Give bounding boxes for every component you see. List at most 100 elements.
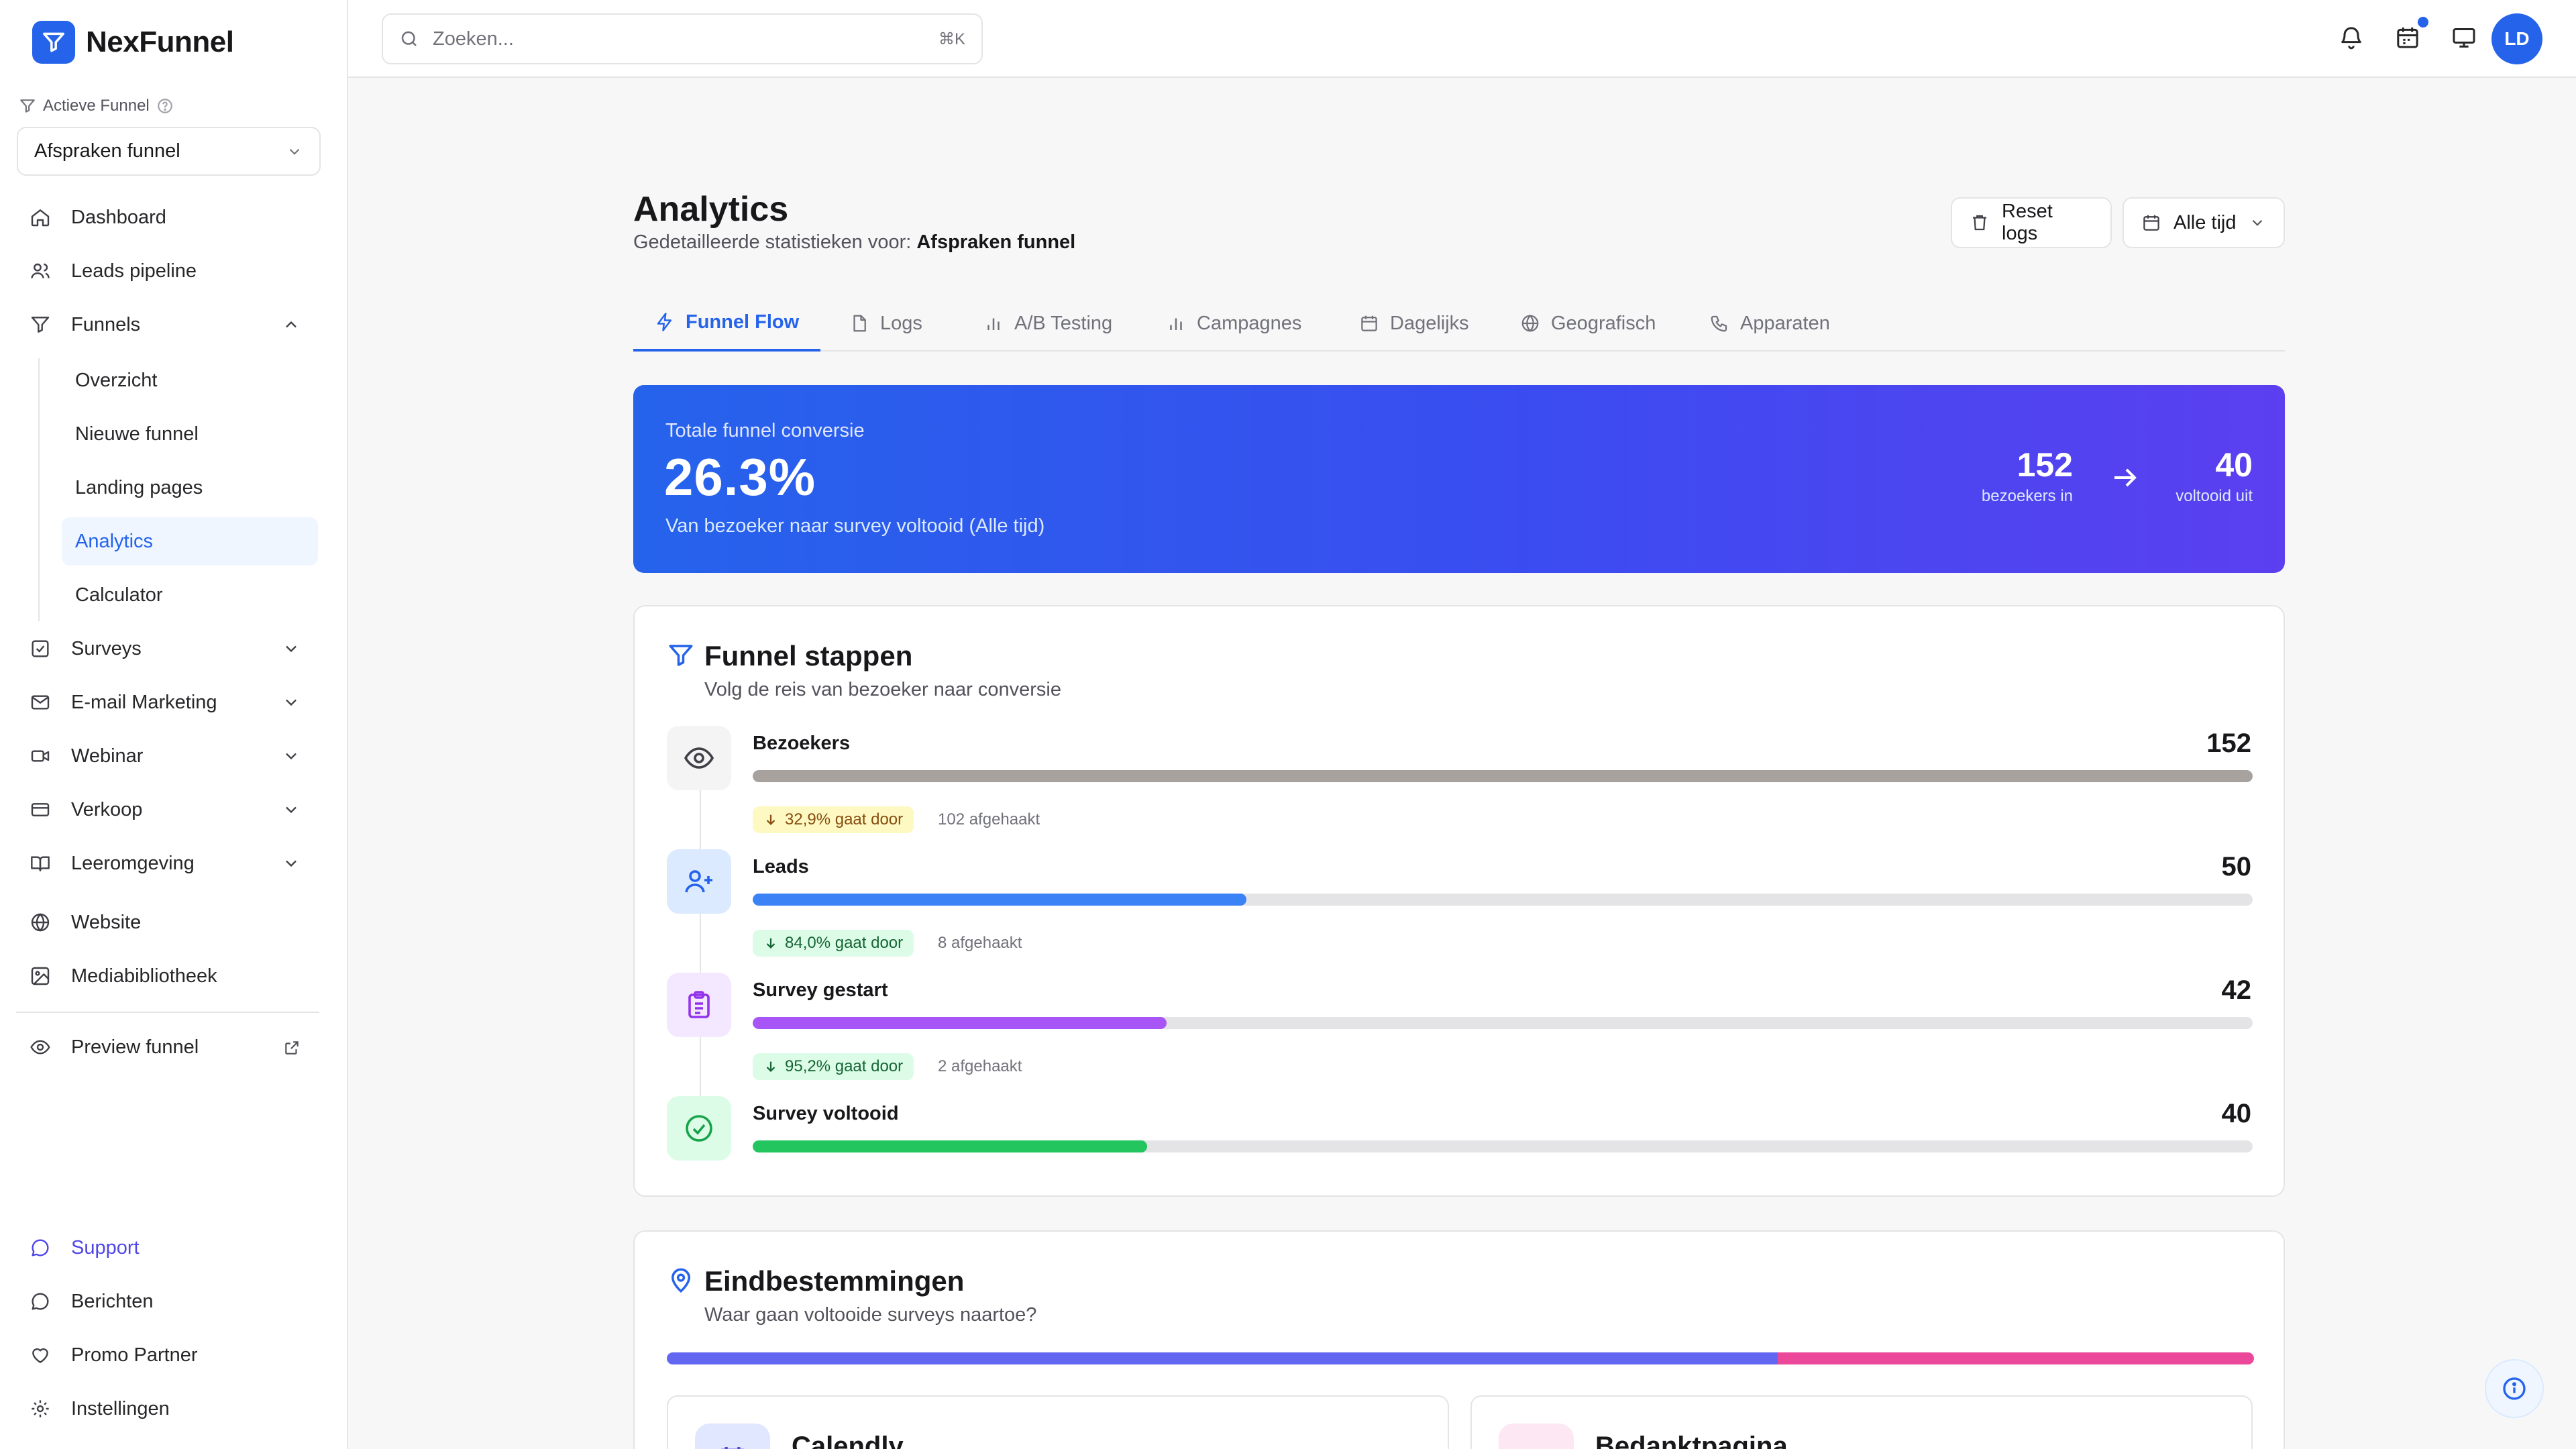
sidebar-subitem-landing-pages[interactable]: Landing pages [62, 464, 318, 512]
sidebar: NexFunnel Actieve Funnel Afspraken funne… [0, 0, 348, 1449]
map-pin-icon [667, 1267, 695, 1295]
step-progress-fill [753, 1017, 1167, 1029]
step-progress-track [753, 1017, 2253, 1029]
step-drop-count: 8 afgehaakt [938, 934, 1022, 952]
credit-card-icon [30, 799, 51, 820]
calendar-icon [2141, 213, 2161, 233]
sidebar-item-mediabibliotheek[interactable]: Mediabibliotheek [16, 952, 319, 1000]
sidebar-subitem-calculator[interactable]: Calculator [62, 571, 318, 619]
step-pass-badge: 84,0% gaat door [753, 930, 914, 957]
page-subtitle-funnel: Afspraken funnel [916, 231, 1076, 253]
destination-name: Bedanktpagina [1595, 1432, 1788, 1449]
step-progress-track [753, 770, 2253, 782]
bell-icon[interactable] [2338, 24, 2365, 51]
sidebar-item-preview-funnel[interactable]: Preview funnel [16, 1023, 319, 1071]
step-survey-started-icon-box [667, 973, 731, 1037]
trash-icon [1970, 213, 1990, 233]
tab-geografisch[interactable]: Geografisch [1499, 295, 1677, 352]
image-icon [30, 965, 51, 987]
sidebar-subitem-analytics[interactable]: Analytics [62, 517, 318, 566]
sidebar-item-dashboard[interactable]: Dashboard [16, 193, 319, 241]
monitor-icon[interactable] [2451, 24, 2477, 51]
chevron-down-icon [282, 693, 301, 712]
destinations-subtitle: Waar gaan voltooide surveys naartoe? [704, 1304, 1037, 1326]
visitors-in-stat: 152 bezoekers in [1981, 446, 2073, 505]
destination-item-bedanktpagina[interactable]: Bedanktpagina [1470, 1395, 2253, 1449]
chevron-down-icon [282, 639, 301, 658]
sidebar-divider [16, 1012, 319, 1013]
avatar[interactable]: LD [2491, 13, 2542, 64]
eye-icon [683, 742, 715, 774]
sidebar-item-instellingen[interactable]: Instellingen [16, 1385, 319, 1433]
chevron-up-icon [282, 315, 301, 334]
mail-icon [30, 692, 51, 713]
file-icon [849, 313, 869, 333]
sidebar-item-webinar[interactable]: Webinar [16, 732, 319, 780]
tab-apparaten[interactable]: Apparaten [1688, 295, 1851, 352]
search-icon [399, 29, 419, 49]
completed-out-stat: 40 voltooid uit [2176, 446, 2253, 505]
tab-logs[interactable]: Logs [828, 295, 944, 352]
step-progress-track [753, 1140, 2253, 1152]
heart-icon [1499, 1424, 1574, 1449]
help-icon[interactable] [156, 97, 174, 115]
sidebar-item-verkoop[interactable]: Verkoop [16, 786, 319, 834]
app-name: NexFunnel [86, 25, 234, 58]
phone-icon [1709, 313, 1729, 333]
step-pass-badge: 95,2% gaat door [753, 1053, 914, 1080]
clipboard-icon [683, 989, 715, 1021]
reset-logs-button[interactable]: Reset logs [1951, 197, 2112, 248]
step-progress-fill [753, 1140, 1148, 1152]
sidebar-item-berichten[interactable]: Berichten [16, 1277, 319, 1326]
tab-campagnes[interactable]: Campagnes [1144, 295, 1323, 352]
conversion-label: Totale funnel conversie [665, 420, 865, 441]
globe-icon [1520, 313, 1540, 333]
calendar-icon [695, 1424, 770, 1449]
step-count: 50 [2221, 852, 2252, 881]
funnel-select[interactable]: Afspraken funnel [17, 127, 321, 176]
sidebar-item-funnels[interactable]: Funnels [16, 301, 319, 349]
chevron-down-icon [282, 854, 301, 873]
arrow-down-icon [763, 1059, 778, 1074]
step-count: 152 [2206, 729, 2251, 758]
destination-name: Calendly [792, 1432, 904, 1449]
external-link-icon [283, 1039, 301, 1057]
chat-icon [30, 1237, 51, 1258]
chevron-down-icon [2249, 214, 2266, 231]
sidebar-item-leeromgeving[interactable]: Leeromgeving [16, 839, 319, 888]
sidebar-item-email-marketing[interactable]: E-mail Marketing [16, 678, 319, 727]
tab-ab-testing[interactable]: A/B Testing [962, 295, 1134, 352]
step-name: Leads [753, 856, 809, 877]
sidebar-subitem-overzicht[interactable]: Overzicht [62, 356, 318, 405]
funnel-icon [30, 314, 51, 335]
info-button[interactable] [2485, 1359, 2544, 1418]
gear-icon [30, 1398, 51, 1419]
step-count: 42 [2221, 975, 2252, 1005]
sidebar-item-leads[interactable]: Leads pipeline [16, 247, 319, 295]
filter-icon [19, 97, 36, 115]
search-placeholder: Zoeken... [433, 28, 514, 50]
topbar: Zoeken... ⌘K LD [348, 0, 2576, 78]
sidebar-item-support[interactable]: Support [16, 1224, 319, 1272]
step-survey-completed-icon-box [667, 1096, 731, 1161]
arrow-down-icon [763, 812, 778, 827]
users-icon [30, 260, 51, 282]
funnel-steps-subtitle: Volg de reis van bezoeker naar conversie [704, 679, 1061, 700]
sidebar-item-website[interactable]: Website [16, 898, 319, 947]
search-input[interactable]: Zoeken... ⌘K [382, 13, 983, 64]
date-range-select[interactable]: Alle tijd [2123, 197, 2285, 248]
sidebar-subitem-nieuwe-funnel[interactable]: Nieuwe funnel [62, 410, 318, 458]
bar-chart-icon [983, 313, 1004, 333]
globe-icon [30, 912, 51, 933]
app-logo[interactable]: NexFunnel [32, 21, 234, 64]
destination-item-calendly[interactable]: Calendly [667, 1395, 1449, 1449]
destination-segment [1778, 1352, 2254, 1364]
calendar-icon[interactable] [2394, 24, 2421, 51]
arrow-down-icon [763, 936, 778, 951]
sidebar-item-promo-partner[interactable]: Promo Partner [16, 1331, 319, 1379]
tab-dagelijks[interactable]: Dagelijks [1338, 295, 1491, 352]
arrow-right-icon [2109, 462, 2141, 494]
tab-funnel-flow[interactable]: Funnel Flow [633, 295, 821, 352]
sidebar-item-surveys[interactable]: Surveys [16, 625, 319, 673]
page-subtitle: Gedetailleerde statistieken voor: Afspra… [633, 231, 1076, 253]
